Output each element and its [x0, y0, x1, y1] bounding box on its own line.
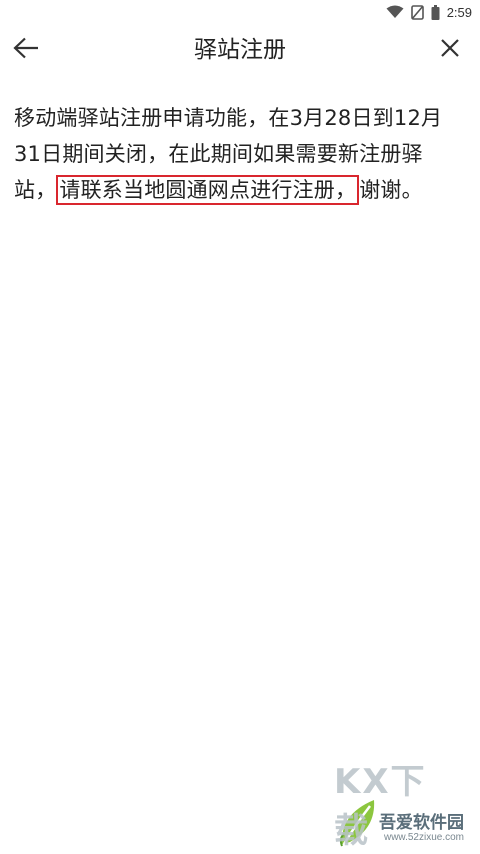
status-time: 2:59 [446, 4, 472, 20]
battery-icon [431, 4, 440, 20]
watermark: KX下载 吾爱软件园 www.52zixue.com [334, 754, 474, 851]
page-title: 驿站注册 [194, 37, 286, 63]
highlighted-notice: 请联系当地圆通网点进行注册， [56, 175, 360, 205]
app-bar: 驿站注册 [0, 24, 480, 76]
notice-text-after: 谢谢。 [359, 178, 423, 202]
close-button[interactable] [434, 34, 466, 66]
no-signal-icon [410, 4, 424, 20]
arrow-left-icon [13, 37, 39, 63]
wifi-icon [386, 5, 404, 19]
close-icon [440, 38, 460, 62]
watermark-url: www.52zixue.com [383, 832, 464, 843]
screen: 2:59 驿站注册 移动端驿站注册申请功能，在3月28日到12月31日期间关闭，… [0, 0, 480, 854]
notice-text: 移动端驿站注册申请功能，在3月28日到12月31日期间关闭，在此期间如果需要新注… [14, 100, 460, 208]
watermark-name: 吾爱软件园 [379, 813, 464, 833]
status-bar: 2:59 [0, 0, 480, 24]
back-button[interactable] [10, 34, 42, 66]
